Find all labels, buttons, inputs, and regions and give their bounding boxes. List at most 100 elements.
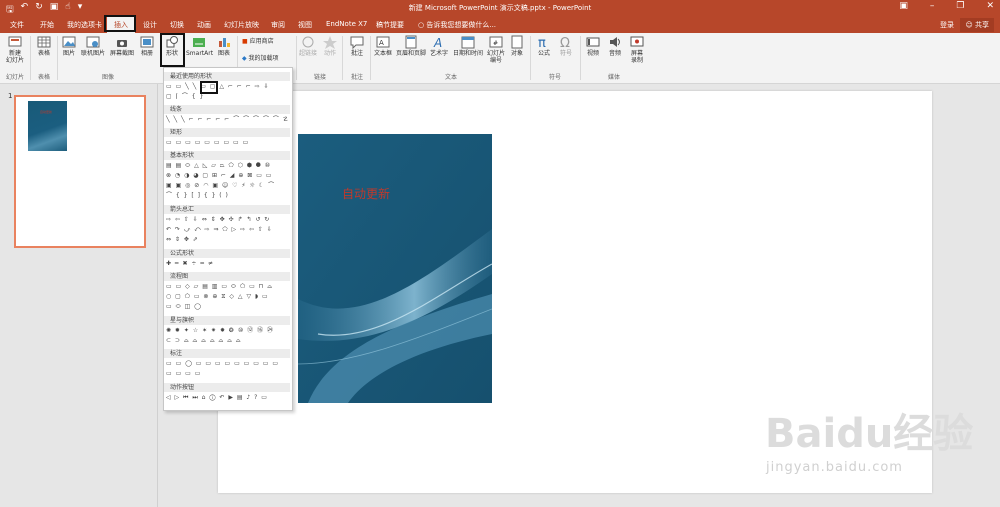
- tab-slideshow[interactable]: 幻灯片放映: [224, 20, 259, 30]
- slide-thumbnail[interactable]: 自动更新: [14, 95, 146, 248]
- shape-row[interactable]: ▭ ▭ ◇ ▱ ▤ ▥ ▭ ⬭ ⬠ ▭ ⊓ ⌓: [166, 282, 273, 291]
- shape-row[interactable]: ▢ ⌈ ⌒ { }: [166, 92, 204, 101]
- group-label-slides: 幻灯片: [6, 74, 25, 81]
- omega-icon: Ω: [560, 36, 570, 49]
- tab-endnote[interactable]: EndNote X7: [326, 20, 367, 28]
- comment-icon: [350, 36, 364, 49]
- ribbon-display-icon[interactable]: ▣: [899, 1, 908, 11]
- shapes-dropdown-menu: 最近使用的形状 ▭ ▭ ╲ ╲ ▭ ▢ △ ⌐ ⌐ ⌐ ⇨ ⇩ ▢ ⌈ ⌒ { …: [163, 67, 293, 411]
- section-flowchart: 流程图: [164, 272, 290, 281]
- lightbulb-icon: ○: [418, 21, 425, 29]
- sign-in-link[interactable]: 登录: [940, 20, 954, 30]
- object-button[interactable]: 对象: [508, 35, 526, 57]
- video-icon: [586, 37, 600, 47]
- date-time-button[interactable]: 日期和时间: [452, 35, 484, 57]
- minimize-icon[interactable]: –: [930, 1, 935, 11]
- shape-row[interactable]: ✺ ✹ ✦ ☆ ✶ ✷ ✸ ❂ ⑩ ⑫ ⑯ ㉔: [166, 326, 274, 335]
- shape-row[interactable]: ↶ ↷ ⤻ ⤺ ⇨ ⇒ ⬠ ▷ ⇨ ⇦ ⇧ ⇩: [166, 225, 273, 234]
- shape-row[interactable]: ▭ ▭ ▭ ▭ ▭ ▭ ▭ ▭ ▭: [166, 138, 249, 147]
- svg-text:#: #: [493, 40, 498, 47]
- share-button[interactable]: ☺ 共享: [960, 18, 994, 32]
- tab-animations[interactable]: 动画: [197, 20, 211, 30]
- my-addins-button[interactable]: ◆ 我的加载项: [242, 55, 294, 62]
- audio-button[interactable]: 音频: [606, 35, 624, 57]
- thumbnail-text: 自动更新: [40, 110, 53, 114]
- wordart-button[interactable]: A 艺术字: [429, 35, 449, 57]
- shape-row[interactable]: ⇔ ⇕ ✥ ⇗: [166, 235, 199, 244]
- smartart-icon: [193, 38, 205, 47]
- svg-text:π: π: [538, 36, 546, 49]
- chart-button[interactable]: 图表: [215, 35, 233, 57]
- shape-row[interactable]: ⌒ { } [ ] { } ( ): [166, 191, 229, 200]
- shape-row[interactable]: ⇨ ⇦ ⇧ ⇩ ⇔ ⇕ ✥ ✣ ↱ ↰ ↺ ↻: [166, 215, 270, 224]
- textbox-button[interactable]: A 文本框: [373, 35, 393, 57]
- object-icon: [511, 35, 523, 49]
- symbol-button[interactable]: Ω 符号: [557, 35, 575, 57]
- hyperlink-button[interactable]: 超链接: [299, 35, 317, 57]
- shape-row[interactable]: ○ ▢ ⬠ ▭ ⊗ ⊕ ⧖ ◇ △ ▽ ◗ ▭: [166, 292, 269, 301]
- window-controls: ▣ – ❐ ✕: [899, 1, 994, 11]
- tell-me-search[interactable]: ○ 告诉我您想要做什么...: [418, 20, 496, 30]
- baidu-watermark: Baidu经验 jingyan.baidu.com: [760, 398, 975, 488]
- slide-autoupdate-text[interactable]: 自动更新: [342, 185, 390, 202]
- shape-row[interactable]: ╲ ╲ ╲ ⌐ ⌐ ⌐ ⌐ ⌐ ⌒ ⌒ ⌒ ⌒ ⌒ ☡: [166, 115, 289, 124]
- smartart-button[interactable]: SmartArt: [186, 35, 213, 57]
- tab-design[interactable]: 设计: [143, 20, 157, 30]
- group-label-media: 媒体: [608, 74, 621, 81]
- ribbon-insert: 新建 幻灯片 表格 图片 联机图片 屏幕截图 相册 形状 SmartArt 图表…: [0, 33, 1000, 84]
- photo-album-button[interactable]: 相册: [138, 35, 156, 57]
- close-icon[interactable]: ✕: [986, 1, 994, 11]
- shape-row[interactable]: ▭ ⬭ ◫ ◯: [166, 302, 202, 311]
- pictures-button[interactable]: 图片: [60, 35, 78, 57]
- tab-my-tab[interactable]: 我的选项卡: [67, 20, 102, 30]
- hyperlink-icon: [302, 36, 314, 48]
- online-pictures-button[interactable]: 联机图片: [80, 35, 106, 57]
- abstract-wave-graphic: [298, 134, 492, 403]
- slide-number-button[interactable]: # 幻灯片 编号: [486, 35, 506, 64]
- equation-button[interactable]: π 公式: [535, 35, 553, 57]
- tab-transitions[interactable]: 切换: [170, 20, 184, 30]
- ribbon-tab-bar: 文件 开始 我的选项卡 插入 设计 切换 动画 幻灯片放映 审阅 视图 EndN…: [0, 16, 1000, 34]
- section-block-arrows: 箭头总汇: [164, 205, 290, 214]
- group-label-tables: 表格: [38, 74, 51, 81]
- shape-row[interactable]: ▤ ▤ ⬭ △ ◺ ▱ ⏢ ⬠ ⬡ ⬢ ⯃ ⑩: [166, 161, 271, 170]
- tab-storyboard[interactable]: 稿节提要: [376, 20, 404, 30]
- new-slide-icon: [8, 36, 22, 47]
- header-footer-button[interactable]: 页眉和页脚: [395, 35, 427, 57]
- shape-row[interactable]: ⊗ ◔ ◑ ◕ ▢ ⊞ ⌐ ◢ ⊕ ⊠ ▭ ▭: [166, 171, 272, 180]
- shape-row[interactable]: ▭ ▭ ▭ ▭: [166, 369, 201, 378]
- comment-button[interactable]: 批注: [348, 35, 366, 57]
- tab-view[interactable]: 视图: [298, 20, 312, 30]
- screenshot-button[interactable]: 屏幕截图: [108, 35, 136, 57]
- shape-row[interactable]: ⊂ ⊃ ⌓ ⌓ ⌓ ⌓ ⌓ ⌓ ⌓: [166, 336, 242, 345]
- album-icon: [140, 36, 154, 48]
- shape-row[interactable]: ▭ ▭ ◯ ▭ ▭ ▭ ▭ ▭ ▭ ▭ ▭ ▭: [166, 359, 279, 368]
- action-button[interactable]: 动作: [322, 35, 338, 57]
- tab-home[interactable]: 开始: [40, 20, 54, 30]
- group-separator: [342, 36, 343, 80]
- shape-row[interactable]: ✚ ━ ✖ ÷ ═ ≠: [166, 259, 214, 268]
- tab-review[interactable]: 审阅: [271, 20, 285, 30]
- new-slide-button[interactable]: 新建 幻灯片: [5, 35, 25, 64]
- table-button[interactable]: 表格: [35, 35, 53, 57]
- slide-number-label: 1: [8, 92, 13, 100]
- title-bar: 🖫 ↶ ↻ ▣ ☝ ▾ 新建 Microsoft PowerPoint 演示文稿…: [0, 0, 1000, 16]
- window-title: 新建 Microsoft PowerPoint 演示文稿.pptx - Powe…: [408, 4, 592, 12]
- screen-recording-button[interactable]: 屏幕 录制: [628, 35, 646, 64]
- action-icon: [323, 36, 337, 49]
- shape-row[interactable]: ◁ ▷ ⏮ ⏭ ⌂ ⓘ ↶ ▶ ▤ ♪ ? ▭: [166, 393, 268, 402]
- store-button[interactable]: ■ 应用商店: [242, 38, 282, 45]
- svg-text:Ω: Ω: [560, 36, 570, 49]
- shape-row[interactable]: ▣ ▣ ◎ ⊘ ◠ ▣ ☺ ♡ ⚡ ☼ ☾ ⌒: [166, 181, 275, 190]
- tab-file[interactable]: 文件: [10, 20, 24, 30]
- section-recent-shapes: 最近使用的形状: [164, 72, 290, 81]
- section-lines: 线条: [164, 105, 290, 114]
- video-button[interactable]: 视频: [584, 35, 602, 57]
- pi-icon: π: [538, 36, 546, 49]
- group-label-symbols: 符号: [549, 74, 562, 81]
- section-stars-banners: 星与旗帜: [164, 316, 290, 325]
- restore-icon[interactable]: ❐: [956, 1, 964, 11]
- slide-background-image[interactable]: 自动更新: [298, 134, 492, 403]
- section-basic-shapes: 基本形状: [164, 151, 290, 160]
- online-picture-icon: [86, 36, 100, 48]
